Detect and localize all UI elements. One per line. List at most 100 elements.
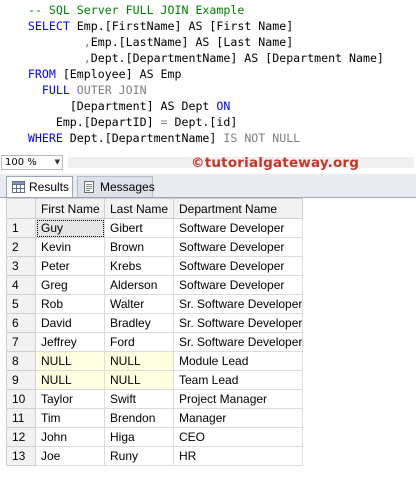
last-name-cell[interactable]: NULL bbox=[104, 370, 174, 390]
department-name-cell[interactable]: CEO bbox=[172, 427, 304, 447]
table-row[interactable]: 4 Greg Alderson Software Developer bbox=[6, 275, 304, 295]
chevron-down-icon[interactable]: ▼ bbox=[55, 156, 60, 169]
table-row[interactable]: 8 NULL NULL Module Lead bbox=[6, 351, 304, 371]
first-name-cell[interactable]: David bbox=[35, 313, 105, 333]
first-name-cell[interactable]: Jeffrey bbox=[35, 332, 105, 352]
code-line-4: ,Dept.[DepartmentName] AS [Department Na… bbox=[0, 50, 384, 66]
row-number-cell[interactable]: 13 bbox=[6, 446, 36, 466]
select-keyword: SELECT bbox=[27, 19, 70, 33]
full-keyword: FULL bbox=[41, 83, 70, 97]
table-row[interactable]: 13 Joe Runy HR bbox=[6, 446, 304, 466]
row-number-cell[interactable]: 2 bbox=[6, 237, 36, 257]
code-line-3: ,Emp.[LastName] AS [Last Name] bbox=[0, 34, 293, 50]
code-line-7: [Department] AS Dept ON bbox=[0, 98, 231, 114]
department-name-cell[interactable]: HR bbox=[172, 446, 304, 466]
row-number-cell[interactable]: 1 bbox=[6, 218, 36, 238]
last-name-cell[interactable]: Walter bbox=[104, 294, 174, 314]
first-name-cell[interactable]: Rob bbox=[35, 294, 105, 314]
first-name-cell[interactable]: Tim bbox=[35, 408, 105, 428]
tab-messages[interactable]: Messages bbox=[77, 176, 155, 197]
results-grid[interactable]: First Name Last Name Department Name 1 Gu… bbox=[6, 198, 410, 470]
last-name-cell[interactable]: Gibert bbox=[104, 218, 174, 238]
table-row[interactable]: 5 Rob Walter Sr. Software Developer bbox=[6, 294, 304, 314]
code-line-5: FROM [Employee] AS Emp bbox=[0, 66, 182, 82]
tab-results[interactable]: Results bbox=[6, 176, 73, 197]
last-name-cell[interactable]: Higa bbox=[104, 427, 174, 447]
last-name-cell[interactable]: Krebs bbox=[104, 256, 174, 276]
column-header-last-name[interactable]: Last Name bbox=[104, 198, 174, 219]
first-name-cell[interactable]: Guy bbox=[35, 218, 105, 238]
department-name-cell[interactable]: Sr. Software Developer bbox=[172, 313, 304, 333]
where-keyword: WHERE bbox=[27, 131, 63, 145]
department-name-cell[interactable]: Sr. Software Developer bbox=[172, 294, 304, 314]
department-name-cell[interactable]: Software Developer bbox=[172, 275, 304, 295]
header-row: First Name Last Name Department Name bbox=[6, 198, 304, 219]
table-row[interactable]: 10 Taylor Swift Project Manager bbox=[6, 389, 304, 409]
department-name-cell[interactable]: Software Developer bbox=[172, 256, 304, 276]
department-name-cell[interactable]: Project Manager bbox=[172, 389, 304, 409]
last-name-cell[interactable]: Brown bbox=[104, 237, 174, 257]
last-name-cell[interactable]: NULL bbox=[104, 351, 174, 371]
table-row[interactable]: 2 Kevin Brown Software Developer bbox=[6, 237, 304, 257]
department-name-cell[interactable]: Sr. Software Developer bbox=[172, 332, 304, 352]
row-number-cell[interactable]: 8 bbox=[6, 351, 36, 371]
first-name-cell[interactable]: NULL bbox=[35, 370, 105, 390]
code-line-1: -- SQL Server FULL JOIN Example bbox=[0, 2, 244, 18]
row-number-cell[interactable]: 11 bbox=[6, 408, 36, 428]
select-column-2: Emp.[LastName] AS [Last Name] bbox=[90, 35, 294, 49]
last-name-cell[interactable]: Runy bbox=[104, 446, 174, 466]
table-row[interactable]: 11 Tim Brendon Manager bbox=[6, 408, 304, 428]
comma: , bbox=[83, 35, 91, 49]
last-name-cell[interactable]: Alderson bbox=[104, 275, 174, 295]
first-name-cell[interactable]: Joe bbox=[35, 446, 105, 466]
row-number-cell[interactable]: 5 bbox=[6, 294, 36, 314]
last-name-cell[interactable]: Ford bbox=[104, 332, 174, 352]
select-column-3: Dept.[DepartmentName] AS [Department Nam… bbox=[90, 51, 384, 65]
department-name-cell[interactable]: Team Lead bbox=[172, 370, 304, 390]
column-header-first-name[interactable]: First Name bbox=[35, 198, 105, 219]
sql-comment: -- SQL Server FULL JOIN Example bbox=[27, 3, 245, 17]
grid-corner-cell[interactable] bbox=[6, 198, 36, 219]
table-row[interactable]: 7 Jeffrey Ford Sr. Software Developer bbox=[6, 332, 304, 352]
table-row[interactable]: 12 John Higa CEO bbox=[6, 427, 304, 447]
first-name-cell[interactable]: John bbox=[35, 427, 105, 447]
tab-results-label: Results bbox=[29, 180, 70, 194]
sql-editor[interactable]: -- SQL Server FULL JOIN Example SELECT E… bbox=[0, 0, 416, 152]
first-name-cell[interactable]: Greg bbox=[35, 275, 105, 295]
code-line-8: Emp.[DepartID] = Dept.[id] bbox=[0, 114, 238, 130]
table-row[interactable]: 9 NULL NULL Team Lead bbox=[6, 370, 304, 390]
last-name-cell[interactable]: Swift bbox=[104, 389, 174, 409]
row-number-cell[interactable]: 7 bbox=[6, 332, 36, 352]
last-name-cell[interactable]: Brendon bbox=[104, 408, 174, 428]
row-number-cell[interactable]: 6 bbox=[6, 313, 36, 333]
tab-messages-label: Messages bbox=[100, 180, 155, 194]
row-number-cell[interactable]: 10 bbox=[6, 389, 36, 409]
first-name-cell[interactable]: Kevin bbox=[35, 237, 105, 257]
zoom-dropdown[interactable]: 100 % ▼ bbox=[1, 155, 63, 170]
outer-join-keyword: OUTER JOIN bbox=[69, 83, 147, 97]
comma: , bbox=[83, 51, 91, 65]
messages-icon bbox=[84, 181, 94, 193]
table-row[interactable]: 6 David Bradley Sr. Software Developer bbox=[6, 313, 304, 333]
first-name-cell[interactable]: NULL bbox=[35, 351, 105, 371]
join-right: Dept.[id] bbox=[167, 115, 238, 129]
last-name-cell[interactable]: Bradley bbox=[104, 313, 174, 333]
row-number-cell[interactable]: 12 bbox=[6, 427, 36, 447]
code-line-9: WHERE Dept.[DepartmentName] IS NOT NULL bbox=[0, 130, 300, 146]
first-name-cell[interactable]: Peter bbox=[35, 256, 105, 276]
watermark: ©tutorialgateway.org bbox=[191, 155, 360, 171]
department-name-cell[interactable]: Software Developer bbox=[172, 218, 304, 238]
department-name-cell[interactable]: Manager bbox=[172, 408, 304, 428]
grid-icon bbox=[12, 181, 25, 193]
column-header-department-name[interactable]: Department Name bbox=[172, 198, 304, 219]
zoom-value: 100 % bbox=[5, 157, 37, 168]
row-number-cell[interactable]: 4 bbox=[6, 275, 36, 295]
table-row[interactable]: 3 Peter Krebs Software Developer bbox=[6, 256, 304, 276]
department-name-cell[interactable]: Software Developer bbox=[172, 237, 304, 257]
row-number-cell[interactable]: 3 bbox=[6, 256, 36, 276]
first-name-cell[interactable]: Taylor bbox=[35, 389, 105, 409]
from-keyword: FROM bbox=[27, 67, 56, 81]
table-row[interactable]: 1 Guy Gibert Software Developer bbox=[6, 218, 304, 238]
row-number-cell[interactable]: 9 bbox=[6, 370, 36, 390]
department-name-cell[interactable]: Module Lead bbox=[172, 351, 304, 371]
